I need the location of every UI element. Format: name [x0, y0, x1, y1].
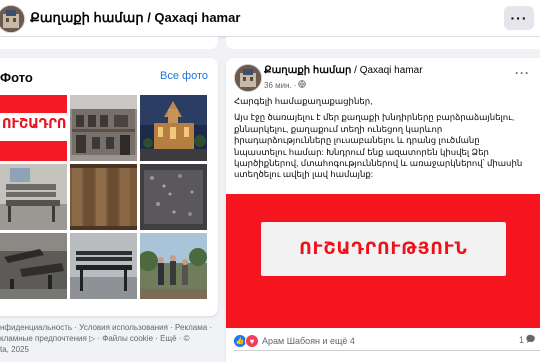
- notice-thumb-image: ՈՒՇԱԴՐՈՒԹՅՈՒ: [0, 95, 67, 161]
- photos-heading: Фото: [0, 70, 33, 85]
- page-avatar[interactable]: [0, 5, 25, 33]
- photo-thumb-granite[interactable]: [140, 164, 207, 230]
- old-building-image: [70, 95, 137, 161]
- post-divider: [234, 350, 540, 351]
- footer-line-3: ta, 2025: [0, 345, 29, 354]
- church-night-image: [140, 95, 207, 161]
- more-options-button[interactable]: ···: [504, 6, 534, 30]
- reactions-text: Арам Шабоян и ещё 4: [262, 336, 355, 346]
- post-meta-dot: ·: [293, 80, 297, 90]
- comment-count-value: 1: [518, 335, 524, 345]
- right-card-bottom: [226, 37, 540, 49]
- post-meta: 36 мин. ·: [264, 80, 307, 90]
- granite-slab-image: [140, 164, 207, 230]
- globe-icon: [298, 80, 307, 90]
- post-time[interactable]: 36 мин.: [264, 81, 292, 90]
- page-footer: нфиденциальность · Условия использования…: [0, 322, 218, 355]
- photo-thumb-old-building[interactable]: [70, 95, 137, 161]
- comment-icon: [526, 334, 536, 346]
- see-all-photos-link[interactable]: Все фото: [160, 70, 208, 82]
- left-card-bottom: [0, 37, 218, 49]
- reactions-summary[interactable]: 👍 ♥ Арам Шабоян и ещё 4: [234, 334, 355, 348]
- notice-banner: ՈՒՇԱԴՐՈՒԹՅՈՒՆ: [261, 222, 506, 276]
- photo-thumb-bench-gray[interactable]: [0, 164, 67, 230]
- footer-line-2[interactable]: кламные предпочтения ▷ · Файлы cookie · …: [0, 333, 218, 344]
- post-author-separator: /: [351, 65, 360, 76]
- page-header-bar: Քաղաքի համար / Qaxaqi hamar ···: [0, 0, 540, 37]
- photos-card: Фото Все фото ՈՒՇԱԴՐՈՒԹՅՈՒ: [0, 58, 218, 316]
- wooden-panels-image: [70, 164, 137, 230]
- post-body: Հարգելի համաքաղաքացիներ, Այս էջը ծառայել…: [234, 96, 532, 186]
- post-image[interactable]: ՈՒՇԱԴՐՈՒԹՅՈՒՆ: [226, 194, 540, 328]
- comment-count[interactable]: 1: [519, 334, 536, 346]
- photo-grid: ՈՒՇԱԴՐՈՒԹՅՈՒ: [0, 95, 207, 299]
- notice-thumb-text: ՈՒՇԱԴՐՈՒԹՅՈՒ: [2, 117, 67, 132]
- post-author-primary[interactable]: Քաղաքի համար: [264, 65, 351, 76]
- photo-thumb-church[interactable]: [140, 95, 207, 161]
- photo-thumb-bench-metal[interactable]: [70, 233, 137, 299]
- photo-thumb-notice[interactable]: ՈՒՇԱԴՐՈՒԹՅՈՒ: [0, 95, 67, 161]
- footer-line-1[interactable]: нфиденциальность · Условия использования…: [0, 322, 218, 333]
- post-author-alt[interactable]: Qaxaqi hamar: [360, 65, 423, 76]
- photo-thumb-people[interactable]: [140, 233, 207, 299]
- broken-benches-image: [0, 233, 67, 299]
- post-card: Քաղաքի համար / Qaxaqi hamar 36 мин. · ··…: [226, 58, 540, 362]
- bench-gray-image: [0, 164, 67, 230]
- notice-banner-text: ՈՒՇԱԴՐՈՒԹՅՈՒՆ: [299, 239, 468, 259]
- bench-metal-image: [70, 233, 137, 299]
- post-menu-button[interactable]: ···: [515, 66, 530, 80]
- post-paragraph-main: Այս էջը ծառայելու է մեր քաղաքի խնդիրները…: [234, 112, 523, 180]
- post-paragraph-greeting: Հարգելի համաքաղաքացիներ,: [234, 96, 373, 106]
- post-author-name[interactable]: Քաղաքի համար / Qaxaqi hamar: [264, 65, 423, 76]
- post-author-avatar[interactable]: [234, 64, 262, 92]
- love-reaction-icon: ♥: [245, 334, 259, 348]
- photo-thumb-wooden-panels[interactable]: [70, 164, 137, 230]
- people-outdoors-image: [140, 233, 207, 299]
- photo-thumb-broken-benches[interactable]: [0, 233, 67, 299]
- page-title: Քաղաքի համար / Qaxaqi hamar: [30, 10, 241, 25]
